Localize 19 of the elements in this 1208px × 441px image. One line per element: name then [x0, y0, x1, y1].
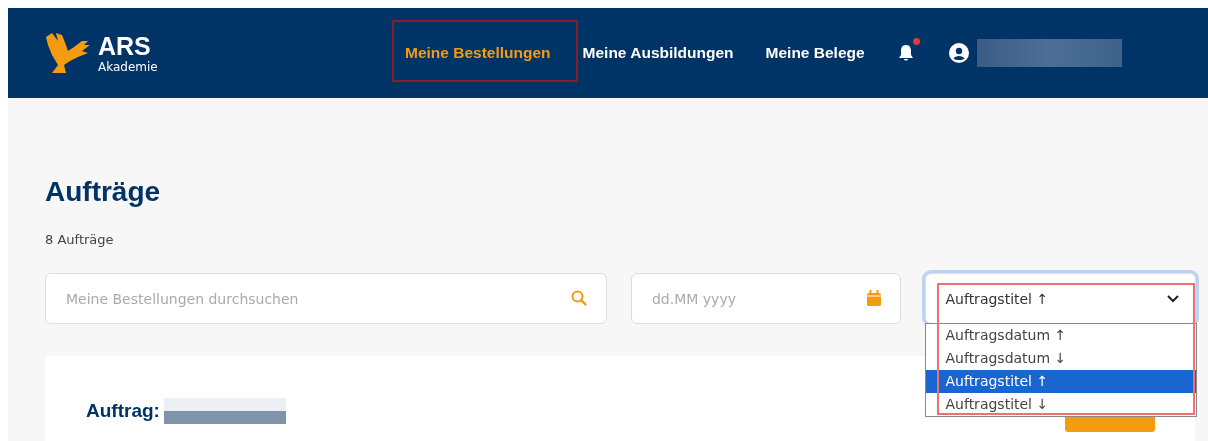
- nav-link[interactable]: Meine Belege: [765, 44, 865, 62]
- sort-option[interactable]: Auftragstitel ↓: [925, 393, 1196, 416]
- sort-option[interactable]: Auftragstitel ↑: [925, 370, 1196, 393]
- order-label: Auftrag:: [86, 400, 160, 422]
- sort-option[interactable]: Auftragsdatum ↑: [925, 324, 1196, 347]
- date-field[interactable]: dd.MM yyyy: [631, 273, 901, 324]
- search-field[interactable]: Meine Bestellungen durchsuchen: [45, 273, 607, 324]
- search-icon: [571, 290, 587, 306]
- sort-select[interactable]: Auftragstitel ↑: [924, 273, 1196, 324]
- sort-option[interactable]: Auftragsdatum ↓: [925, 347, 1196, 370]
- bell-icon[interactable]: [896, 43, 915, 63]
- nav-link[interactable]: Meine Bestellungen: [405, 44, 551, 62]
- logo-name: ARS: [98, 33, 152, 59]
- page-title: Aufträge: [45, 176, 162, 208]
- user-icon[interactable]: [948, 43, 969, 63]
- logo-subtitle: Akademie: [98, 60, 158, 73]
- chevron-down-icon: [1167, 294, 1179, 303]
- nav-link[interactable]: Meine Ausbildungen: [582, 44, 734, 62]
- order-count: 8 Aufträge: [45, 232, 115, 247]
